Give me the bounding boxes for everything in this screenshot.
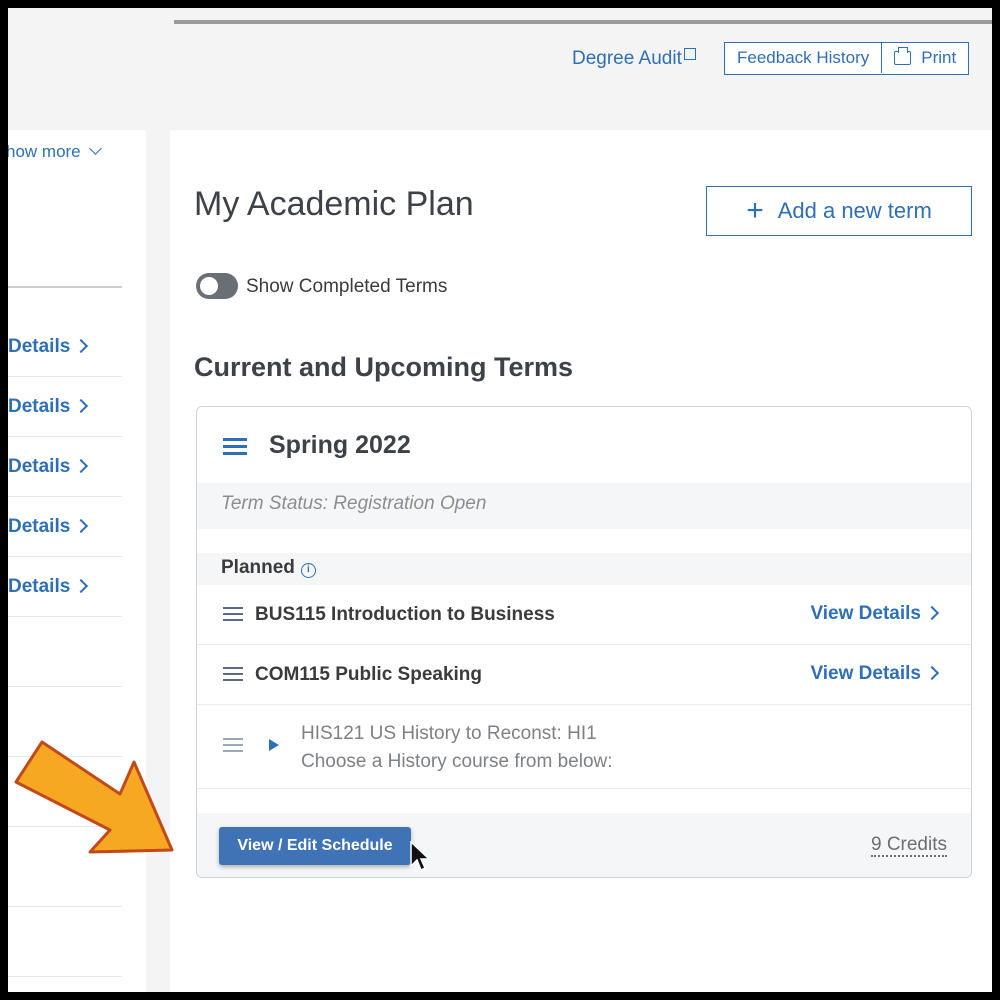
row-divider: [8, 496, 122, 497]
term-name: Spring 2022: [269, 431, 411, 459]
play-icon[interactable]: [269, 739, 279, 751]
info-icon[interactable]: i: [300, 563, 316, 578]
course-name: COM115 Public Speaking: [255, 664, 483, 685]
view-details-label: View Details: [810, 663, 921, 684]
show-more-label: how more: [8, 142, 81, 161]
plus-icon: +: [746, 194, 764, 227]
details-link[interactable]: Details: [8, 456, 89, 478]
drag-handle-icon[interactable]: [223, 737, 243, 753]
planned-label: Planned: [221, 557, 295, 578]
external-link-icon: [683, 48, 696, 60]
term-status: Term Status: Registration Open: [221, 493, 487, 514]
view-edit-schedule-button[interactable]: View / Edit Schedule: [219, 827, 411, 865]
drag-handle-icon[interactable]: [223, 606, 243, 622]
row-divider: [8, 436, 122, 437]
choice-instructions: Choose a History course from below:: [301, 751, 613, 772]
left-panel: how more Details Details Details Details…: [8, 130, 146, 992]
credits-total: 9 Credits: [870, 834, 947, 857]
view-details-link[interactable]: View Details: [810, 663, 940, 685]
main-panel: My Academic Plan + Add a new term Show C…: [170, 130, 992, 992]
add-new-term-button[interactable]: + Add a new term: [706, 186, 972, 236]
details-label: Details: [8, 516, 71, 537]
print-label: Print: [921, 48, 957, 67]
chevron-right-icon: [74, 338, 89, 354]
top-divider: [174, 20, 992, 24]
degree-audit-label: Degree Audit: [572, 48, 682, 69]
course-row: BUS115 Introduction to Business View Det…: [197, 585, 971, 645]
drag-handle-icon[interactable]: [223, 437, 247, 455]
top-bar: Degree Audit Feedback History Print: [8, 8, 992, 130]
app-frame: Degree Audit Feedback History Print how …: [8, 8, 992, 992]
details-link[interactable]: Details: [8, 516, 89, 538]
feedback-history-button[interactable]: Feedback History: [725, 43, 881, 73]
show-completed-toggle[interactable]: [196, 273, 238, 299]
course-name: BUS115 Introduction to Business: [255, 604, 555, 625]
details-label: Details: [8, 456, 71, 477]
row-divider: [8, 556, 122, 557]
cursor-icon: [410, 841, 431, 872]
degree-audit-link[interactable]: Degree Audit: [572, 48, 696, 70]
add-new-term-label: Add a new term: [777, 198, 932, 223]
left-divider: [8, 286, 122, 288]
details-label: Details: [8, 336, 71, 357]
view-details-label: View Details: [810, 603, 921, 624]
annotation-arrow-icon: [14, 740, 174, 854]
chevron-right-icon: [924, 665, 940, 681]
details-link[interactable]: Details: [8, 336, 89, 358]
term-header: Spring 2022: [197, 407, 971, 483]
row-divider: [8, 616, 122, 617]
term-card: Spring 2022 Term Status: Registration Op…: [196, 406, 972, 878]
chevron-right-icon: [74, 578, 89, 594]
header-button-group: Feedback History Print: [724, 42, 970, 75]
course-row: COM115 Public Speaking View Details: [197, 645, 971, 705]
row-divider: [8, 976, 122, 977]
chevron-down-icon: [89, 142, 103, 155]
details-label: Details: [8, 396, 71, 417]
row-divider: [8, 906, 122, 907]
chevron-right-icon: [924, 605, 940, 621]
row-divider: [8, 376, 122, 377]
planned-heading: Planned i: [221, 557, 316, 579]
section-title: Current and Upcoming Terms: [194, 352, 574, 382]
details-link[interactable]: Details: [8, 576, 89, 598]
print-icon: [894, 47, 912, 65]
show-completed-label: Show Completed Terms: [246, 276, 448, 297]
show-more-link[interactable]: how more: [8, 142, 103, 162]
chevron-right-icon: [74, 398, 89, 414]
drag-handle-icon[interactable]: [223, 666, 243, 682]
row-divider: [8, 686, 122, 687]
view-details-link[interactable]: View Details: [810, 603, 940, 625]
chevron-right-icon: [74, 518, 89, 534]
course-choice-row: HIS121 US History to Reconst: HI1 Choose…: [197, 705, 971, 789]
feedback-history-label: Feedback History: [737, 48, 870, 67]
page-title: My Academic Plan: [194, 185, 474, 223]
choice-course-name: HIS121 US History to Reconst: HI1: [301, 723, 597, 744]
chevron-right-icon: [74, 458, 89, 474]
toggle-knob: [200, 277, 218, 295]
details-link[interactable]: Details: [8, 396, 89, 418]
details-label: Details: [8, 576, 71, 597]
print-button[interactable]: Print: [881, 43, 968, 73]
